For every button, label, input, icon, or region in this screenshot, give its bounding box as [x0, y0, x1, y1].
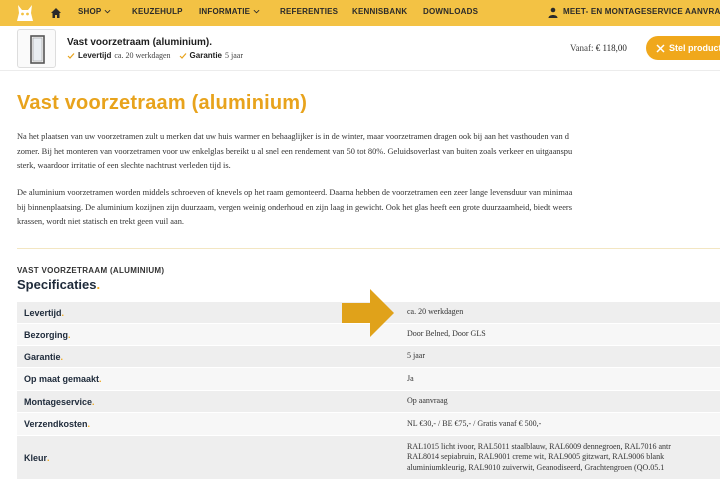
spec-value: RAL1015 licht ivoor, RAL5011 staalblauw,…: [397, 436, 720, 479]
spec-value: Op aanvraag: [407, 396, 448, 406]
nav-label: INFORMATIE: [199, 7, 251, 16]
paragraph-line: sterk, waardoor irritatie of een slechte…: [17, 161, 231, 170]
section-divider: [17, 248, 720, 249]
nav-label: REFERENTIES: [280, 7, 339, 16]
nav-label: MEET- EN MONTAGESERVICE AANVRAG: [563, 7, 720, 16]
paragraph-line: zomer. Bij het monteren van voorzetramen…: [17, 146, 573, 156]
garantie-label: Garantie: [189, 51, 223, 60]
product-bar: Vast voorzetraam (aluminium). Levertijd …: [0, 26, 720, 71]
nav-label: KEUZEHULP: [132, 7, 183, 16]
home-icon[interactable]: [50, 7, 62, 19]
price-prefix: Vanaf:: [570, 43, 594, 53]
levertijd-label: Levertijd: [78, 51, 112, 60]
nav-item-informatie[interactable]: INFORMATIE: [199, 7, 260, 16]
table-row: Garantie. 5 jaar: [17, 346, 720, 368]
nav-label: SHOP: [78, 7, 102, 16]
specs-title-text: Specificaties: [17, 277, 97, 292]
top-navigation: SHOP KEUZEHULP INFORMATIE REFERENTIES KE…: [0, 0, 720, 26]
nav-item-downloads[interactable]: DOWNLOADS: [423, 7, 478, 16]
check-icon: [179, 52, 186, 59]
spec-value: NL €30,- / BE €75,- / Gratis vanaf € 500…: [407, 418, 542, 428]
product-meta: Levertijd ca. 20 werkdagen Garantie 5 ja…: [67, 51, 243, 60]
chevron-down-icon: [105, 9, 111, 14]
spec-key: Garantie.: [24, 351, 64, 362]
spec-key: Verzendkosten.: [24, 419, 91, 429]
spec-value: Ja: [407, 373, 414, 383]
paragraph-line: De aluminium voorzetramen worden middels…: [17, 188, 573, 197]
nav-label: DOWNLOADS: [423, 7, 479, 16]
spec-key: Montageservice.: [24, 396, 95, 407]
garantie-value: 5 jaar: [225, 51, 244, 60]
table-row: Verzendkosten. NL €30,- / BE €75,- / Gra…: [17, 413, 720, 436]
price-amount: € 118,00: [595, 43, 627, 53]
product-thumbnail: [17, 29, 56, 68]
nav-item-service[interactable]: MEET- EN MONTAGESERVICE AANVRAG: [563, 7, 720, 16]
spec-value: ca. 20 werkdagen: [407, 307, 464, 317]
table-row: Montageservice. Op aanvraag: [17, 391, 720, 413]
spec-value-line: aluminiumkleurig, RAL9010 zuiverwit, Gea…: [407, 462, 665, 472]
chevron-down-icon: [253, 9, 260, 14]
check-icon: [67, 52, 75, 59]
nav-label: KENNISBANK: [352, 7, 408, 16]
intro-paragraph: Na het plaatsen van uw voorzetramen zult…: [17, 130, 720, 174]
levertijd-value: ca. 20 werkdagen: [114, 51, 171, 60]
spec-key: Levertijd.: [24, 307, 65, 318]
arrow-right-icon: [342, 289, 394, 337]
paragraph-line: krassen, wordt niet statisch en trekt ge…: [17, 217, 184, 226]
specs-title: Specificaties.: [17, 277, 101, 292]
nav-item-shop[interactable]: SHOP: [78, 7, 111, 16]
spec-value: Door Belned, Door GLS: [407, 329, 486, 339]
price: Vanaf: € 118,00: [570, 43, 627, 53]
nav-item-referenties[interactable]: REFERENTIES: [280, 7, 338, 16]
spec-key: Bezorging.: [24, 329, 71, 340]
spec-key: Kleur.: [24, 452, 50, 463]
cta-label: Stel product: [669, 43, 720, 53]
paragraph-line: bij binnenplaatsing. De aluminium kozijn…: [17, 202, 572, 212]
page-title: Vast voorzetraam (aluminium): [17, 92, 308, 114]
detail-paragraph: De aluminium voorzetramen worden middels…: [17, 186, 720, 230]
table-row: Op maat gemaakt. Ja: [17, 368, 720, 391]
window-frame-icon: [30, 35, 45, 64]
configure-product-button[interactable]: Stel product: [646, 36, 720, 60]
paragraph-line: Na het plaatsen van uw voorzetramen zult…: [17, 132, 569, 141]
nav-item-kennisbank[interactable]: KENNISBANK: [352, 7, 407, 16]
nav-item-keuzehulp[interactable]: KEUZEHULP: [132, 7, 183, 16]
spec-value-line: RAL8014 sepiabruin, RAL9001 creme wit, R…: [407, 452, 665, 462]
product-title: Vast voorzetraam (aluminium).: [67, 37, 213, 48]
specs-eyebrow: VAST VOORZETRAAM (ALUMINIUM): [17, 266, 165, 275]
user-icon: [548, 7, 558, 18]
tools-icon: [656, 43, 665, 53]
spec-key: Op maat gemaakt.: [24, 374, 102, 384]
spec-value: 5 jaar: [407, 351, 425, 361]
table-row: Kleur. RAL1015 licht ivoor, RAL5011 staa…: [17, 436, 720, 480]
logo-icon[interactable]: [14, 2, 36, 24]
spec-value-line: RAL1015 licht ivoor, RAL5011 staalblauw,…: [407, 441, 671, 451]
